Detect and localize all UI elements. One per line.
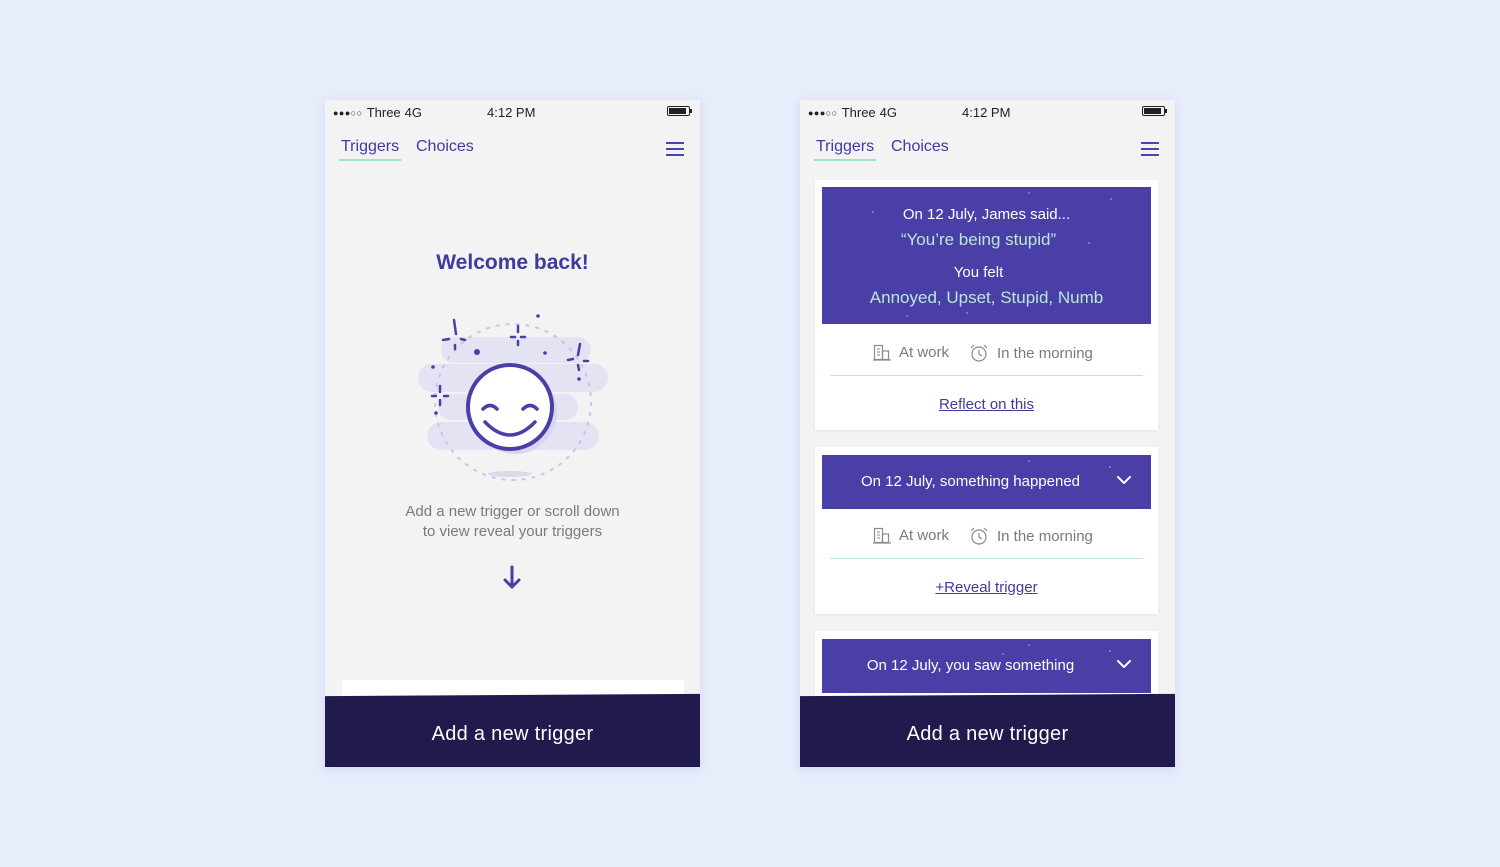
trigger-meta: At work In the morning <box>815 344 1158 366</box>
meta-place: At work <box>873 527 949 544</box>
trigger-title: On 12 July, you saw something <box>866 657 1075 674</box>
empty-state-hint: Add a new trigger or scroll down to view… <box>385 502 640 542</box>
chevron-down-icon[interactable] <box>1117 659 1131 669</box>
menu-icon[interactable] <box>666 142 684 156</box>
phone-screen-welcome: ●●●○○ Three 4G 4:12 PM Triggers Choices … <box>325 100 700 767</box>
phone-screen-triggers: ●●●○○ Three 4G 4:12 PM Triggers Choices … <box>800 100 1175 767</box>
smiley-face-icon <box>418 314 608 481</box>
alarm-clock-icon <box>970 344 988 362</box>
status-time: 4:12 PM <box>962 105 1011 120</box>
trigger-banner: On 12 July, James said... “You’re being … <box>822 187 1151 324</box>
meta-place: At work <box>873 344 949 361</box>
signal-strength-icon: ●●●○○ <box>333 107 363 118</box>
feelings-list: Annoyed, Upset, Stupid, Numb <box>869 288 1104 307</box>
trigger-card: On 12 July, something happened At work I… <box>815 447 1158 614</box>
reveal-trigger-link[interactable]: +Reveal trigger <box>815 579 1158 596</box>
trigger-meta: At work In the morning <box>815 527 1158 549</box>
add-trigger-button[interactable]: Add a new trigger <box>325 699 700 767</box>
meta-time: In the morning <box>969 344 1093 362</box>
top-nav: Triggers Choices <box>338 138 684 162</box>
status-time: 4:12 PM <box>487 105 536 120</box>
carrier-info: ●●●○○ Three 4G <box>333 105 422 120</box>
carrier-name: Three <box>366 105 401 120</box>
add-trigger-label: Add a new trigger <box>431 723 594 745</box>
battery-icon <box>667 106 692 116</box>
place-label: At work <box>899 344 950 361</box>
alarm-clock-icon <box>970 527 988 545</box>
building-icon <box>873 344 891 361</box>
top-nav: Triggers Choices <box>813 138 1159 162</box>
trigger-banner[interactable]: On 12 July, you saw something <box>822 639 1151 693</box>
arrow-down-icon[interactable] <box>503 565 521 591</box>
place-label: At work <box>899 527 950 544</box>
status-bar: ●●●○○ Three 4G 4:12 PM <box>800 100 1175 124</box>
time-label: In the morning <box>997 527 1093 545</box>
trigger-quote: “You’re being stupid” <box>900 230 1057 249</box>
add-trigger-label: Add a new trigger <box>906 723 1069 745</box>
signal-strength-icon: ●●●○○ <box>808 107 838 118</box>
hint-line-2: to view reveal your triggers <box>422 523 603 540</box>
reflect-link[interactable]: Reflect on this <box>815 396 1158 413</box>
trigger-banner[interactable]: On 12 July, something happened <box>822 455 1151 509</box>
hint-line-1: Add a new trigger or scroll down <box>405 503 620 520</box>
tab-choices[interactable]: Choices <box>416 138 474 156</box>
meta-time: In the morning <box>969 527 1093 545</box>
carrier-name: Three <box>841 105 876 120</box>
building-icon <box>873 527 891 544</box>
tab-triggers[interactable]: Triggers <box>338 138 402 161</box>
time-label: In the morning <box>997 344 1093 362</box>
welcome-heading: Welcome back! <box>436 251 589 274</box>
trigger-intro: On 12 July, James said... <box>902 206 1071 223</box>
battery-icon <box>1142 106 1167 116</box>
card-divider <box>830 558 1143 559</box>
carrier-info: ●●●○○ Three 4G <box>808 105 897 120</box>
network-type: 4G <box>404 105 422 120</box>
tab-triggers[interactable]: Triggers <box>813 138 877 161</box>
trigger-title: On 12 July, something happened <box>860 473 1081 490</box>
felt-label: You felt <box>953 264 1004 281</box>
tab-choices[interactable]: Choices <box>891 138 949 156</box>
card-divider <box>830 375 1143 376</box>
menu-icon[interactable] <box>1141 142 1159 156</box>
network-type: 4G <box>879 105 897 120</box>
trigger-card: On 12 July, James said... “You’re being … <box>815 180 1158 430</box>
add-trigger-button[interactable]: Add a new trigger <box>800 699 1175 767</box>
chevron-down-icon[interactable] <box>1117 475 1131 485</box>
status-bar: ●●●○○ Three 4G 4:12 PM <box>325 100 700 124</box>
